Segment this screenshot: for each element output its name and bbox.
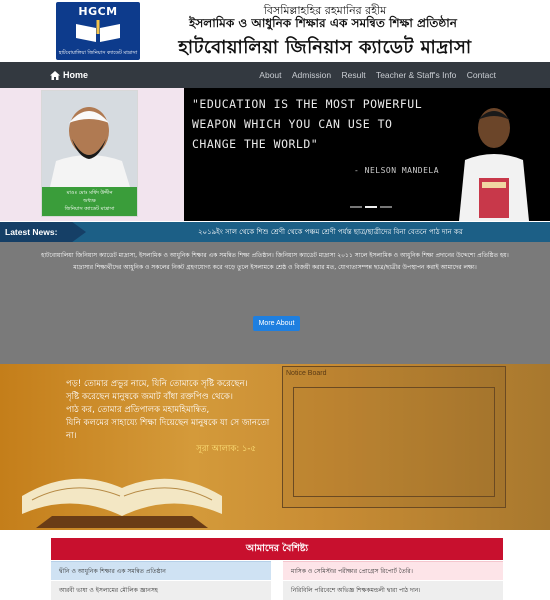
feature-item: নিরিবিলি পরিবেশে অভিজ্ঞ শিক্ষকমন্ডলী দ্ব… xyxy=(283,581,503,600)
main-navbar: Home About Admission Result Teacher & St… xyxy=(0,62,550,88)
quote-line: CHANGE THE WORLD" xyxy=(192,137,319,151)
student-photo xyxy=(459,108,529,221)
feature-item: দ্বীনি ও আধুনিক শিক্ষার এক সমন্বিত প্রতি… xyxy=(51,561,271,580)
logo[interactable]: HGCM হাটবোয়ালিয়া জিনিয়াস ক্যাডেট মাদ্… xyxy=(56,2,140,60)
slider-dot[interactable] xyxy=(350,206,362,208)
site-title: হাটবোয়ালিয়া জিনিয়াস ক্যাডেট মাদ্রাসা xyxy=(178,37,472,58)
logo-tagline: হাটবোয়ালিয়া জিনিয়াস ক্যাডেট মাদ্রাসা xyxy=(58,50,138,56)
principal-photo xyxy=(42,91,137,187)
nav-about[interactable]: About xyxy=(259,70,281,80)
more-about-button[interactable]: More About xyxy=(253,316,300,331)
principal-caption: মাওঃ মোঃ মর্ষিদ উদ্দীন অধ্যক্ষ জিনিয়াস … xyxy=(42,187,137,216)
verse-line: পড়! তোমার প্রভুর নামে, যিনি তোমাকে সৃষ্… xyxy=(66,379,248,389)
news-text[interactable]: ২০১৯ইং সাল থেকে শিশু শ্রেণী থেকে পঞ্চম শ… xyxy=(198,222,546,242)
news-ticker: Latest News: ২০১৯ইং সাল থেকে শিশু শ্রেণী… xyxy=(0,222,550,242)
news-label: Latest News: xyxy=(0,222,86,242)
logo-abbr: HGCM xyxy=(78,5,118,18)
nav-home[interactable]: Home xyxy=(50,62,88,88)
notice-board-title: Notice Board xyxy=(286,370,327,377)
nav-result[interactable]: Result xyxy=(341,70,365,80)
slider-quote: "EDUCATION IS THE MOST POWERFUL WEAPON W… xyxy=(192,94,462,154)
notice-board-content[interactable] xyxy=(293,387,495,497)
verse-line: পাঠ কর, তোমার প্রতিপালক মহামহিমান্বিত, xyxy=(66,405,210,415)
books-icon xyxy=(76,20,120,42)
principal-name: মাওঃ মোঃ মর্ষিদ উদ্দীন xyxy=(66,190,113,196)
nav-links: About Admission Result Teacher & Staff's… xyxy=(251,62,496,88)
person-icon xyxy=(42,91,137,187)
feature-item: মাসিক ও সেমিস্টার পরীক্ষার প্রোগ্রেস রিপ… xyxy=(283,561,503,580)
about-text: হাটবোয়ালিয়া জিনিয়াস ক্যাডেট মাদ্রাসা,… xyxy=(41,252,509,271)
slider-dot[interactable] xyxy=(365,206,377,208)
home-icon xyxy=(50,71,60,80)
about-section: হাটবোয়ালিয়া জিনিয়াস ক্যাডেট মাদ্রাসা,… xyxy=(0,242,550,364)
quote-author: - NELSON MANDELA xyxy=(354,166,440,175)
nav-contact[interactable]: Contact xyxy=(467,70,496,80)
nav-admission[interactable]: Admission xyxy=(292,70,331,80)
site-header: HGCM হাটবোয়ালিয়া জিনিয়াস ক্যাডেট মাদ্… xyxy=(0,0,550,62)
site-subtitle: ইসলামিক ও আধুনিক শিক্ষার এক সমন্বিত শিক্… xyxy=(189,16,457,30)
slider-indicators xyxy=(350,193,395,212)
feature-item: আরবী ভাষা ও ইসলামের মৌলিক জ্ঞানসহ xyxy=(51,581,271,600)
principal-org: জিনিয়াস ক্যাডেট মাদ্রাসা xyxy=(64,206,115,212)
principal-role: অধ্যক্ষ xyxy=(83,198,96,204)
slider-dot[interactable] xyxy=(380,206,392,208)
quote-slider[interactable]: "EDUCATION IS THE MOST POWERFUL WEAPON W… xyxy=(184,88,550,221)
principal-card: মাওঃ মোঃ মর্ষিদ উদ্দীন অধ্যক্ষ জিনিয়াস … xyxy=(41,90,138,217)
quote-line: WEAPON WHICH YOU CAN USE TO xyxy=(192,117,393,131)
quran-book-icon xyxy=(22,478,222,528)
quote-line: "EDUCATION IS THE MOST POWERFUL xyxy=(192,97,423,111)
notice-board: Notice Board xyxy=(282,366,506,508)
nav-home-label: Home xyxy=(63,70,89,80)
verse-line: সৃষ্টি করেছেন মানুষকে জমাট বাঁধা রক্তপিণ… xyxy=(66,392,233,402)
nav-teacher-staff-info[interactable]: Teacher & Staff's Info xyxy=(376,70,456,80)
features-header: আমাদের বৈশিষ্ট্য xyxy=(51,538,503,560)
